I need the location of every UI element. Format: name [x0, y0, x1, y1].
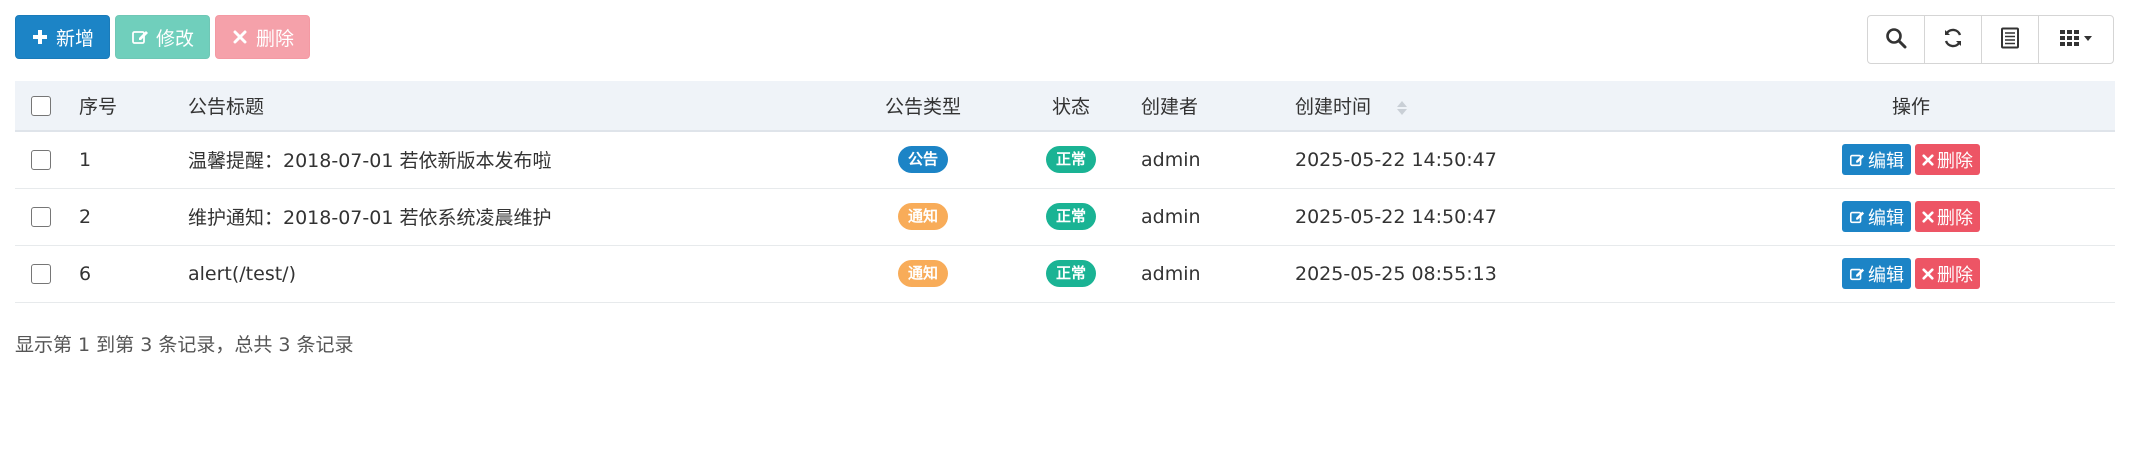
row-checkbox[interactable] [31, 150, 51, 171]
header-creator: 创建者 [1141, 81, 1295, 132]
row-delete-button[interactable]: 删除 [1915, 144, 1980, 176]
edit-icon [131, 28, 149, 46]
header-create-time[interactable]: 创建时间 [1295, 81, 1707, 132]
pagination-summary: 显示第 1 到第 3 条记录，总共 3 条记录 [15, 334, 354, 356]
close-icon [231, 28, 249, 46]
header-status: 状态 [1001, 81, 1141, 132]
delete-button-label: 删除 [256, 27, 295, 50]
toolbar: 新增 修改 删除 [15, 15, 311, 59]
close-icon [1922, 210, 1934, 223]
row-delete-label: 删除 [1937, 207, 1973, 229]
edit-button[interactable]: 修改 [115, 15, 211, 59]
row-create-time: 2025-05-22 14:50:47 [1295, 131, 1707, 189]
row-title: 温馨提醒：2018-07-01 若依新版本发布啦 [188, 131, 845, 189]
columns-button[interactable] [2038, 15, 2114, 64]
edit-button-label: 修改 [156, 27, 195, 50]
notice-table: 序号 公告标题 公告类型 状态 创建者 创建时间 操作 1 温馨提醒：2018-… [15, 81, 2115, 303]
notice-type-badge: 通知 [898, 260, 948, 287]
row-create-time: 2025-05-22 14:50:47 [1295, 188, 1707, 246]
edit-icon [1849, 154, 1865, 166]
header-title: 公告标题 [188, 81, 845, 132]
row-delete-label: 删除 [1937, 150, 1973, 172]
delete-button[interactable]: 删除 [215, 15, 311, 59]
table-row: 6 alert(/test/) 通知 正常 admin 2025-05-25 0… [15, 245, 2115, 303]
header-select-all[interactable] [15, 81, 71, 132]
row-creator: admin [1141, 245, 1295, 303]
close-icon [1922, 154, 1934, 166]
row-title: alert(/test/) [188, 245, 845, 303]
row-seq: 1 [71, 131, 188, 189]
row-creator: admin [1141, 131, 1295, 189]
row-delete-label: 删除 [1937, 264, 1973, 286]
notice-type-badge: 通知 [898, 203, 948, 230]
edit-icon [1849, 211, 1865, 223]
row-creator: admin [1141, 188, 1295, 246]
row-seq: 6 [71, 245, 188, 303]
add-button[interactable]: 新增 [15, 15, 111, 59]
search-toggle-button[interactable] [1867, 15, 1925, 64]
export-button[interactable] [1981, 15, 2039, 64]
row-edit-button[interactable]: 编辑 [1842, 258, 1911, 289]
refresh-button[interactable] [1924, 15, 1982, 64]
plus-icon [31, 28, 49, 46]
table-header-row: 序号 公告标题 公告类型 状态 创建者 创建时间 操作 [15, 81, 2115, 132]
row-delete-button[interactable]: 删除 [1915, 258, 1980, 289]
row-title: 维护通知：2018-07-01 若依系统凌晨维护 [188, 188, 845, 246]
row-seq: 2 [71, 188, 188, 246]
table-row: 1 温馨提醒：2018-07-01 若依新版本发布啦 公告 正常 admin 2… [15, 131, 2115, 189]
row-edit-button[interactable]: 编辑 [1842, 201, 1911, 232]
refresh-icon [1942, 27, 1964, 53]
export-icon [2000, 27, 2020, 53]
row-checkbox[interactable] [31, 207, 51, 227]
close-icon [1922, 267, 1934, 280]
status-badge: 正常 [1046, 260, 1096, 287]
columns-icon [2059, 28, 2093, 52]
select-all-checkbox[interactable] [31, 96, 51, 116]
edit-icon [1849, 268, 1865, 280]
status-badge: 正常 [1046, 146, 1096, 174]
row-edit-label: 编辑 [1868, 150, 1904, 172]
header-type: 公告类型 [845, 81, 1001, 132]
header-seq: 序号 [71, 81, 188, 132]
add-button-label: 新增 [56, 27, 95, 50]
table-tools [1867, 15, 2114, 64]
sort-icon[interactable] [1397, 100, 1408, 115]
row-edit-button[interactable]: 编辑 [1842, 144, 1911, 176]
search-icon [1885, 27, 1907, 53]
table-row: 2 维护通知：2018-07-01 若依系统凌晨维护 通知 正常 admin 2… [15, 188, 2115, 246]
row-create-time: 2025-05-25 08:55:13 [1295, 245, 1707, 303]
row-checkbox[interactable] [31, 264, 51, 284]
header-create-time-label: 创建时间 [1295, 96, 1372, 118]
notice-type-badge: 公告 [898, 146, 948, 174]
status-badge: 正常 [1046, 203, 1096, 230]
row-edit-label: 编辑 [1868, 264, 1904, 286]
row-edit-label: 编辑 [1868, 207, 1904, 229]
header-ops: 操作 [1707, 81, 2115, 132]
row-delete-button[interactable]: 删除 [1915, 201, 1980, 232]
